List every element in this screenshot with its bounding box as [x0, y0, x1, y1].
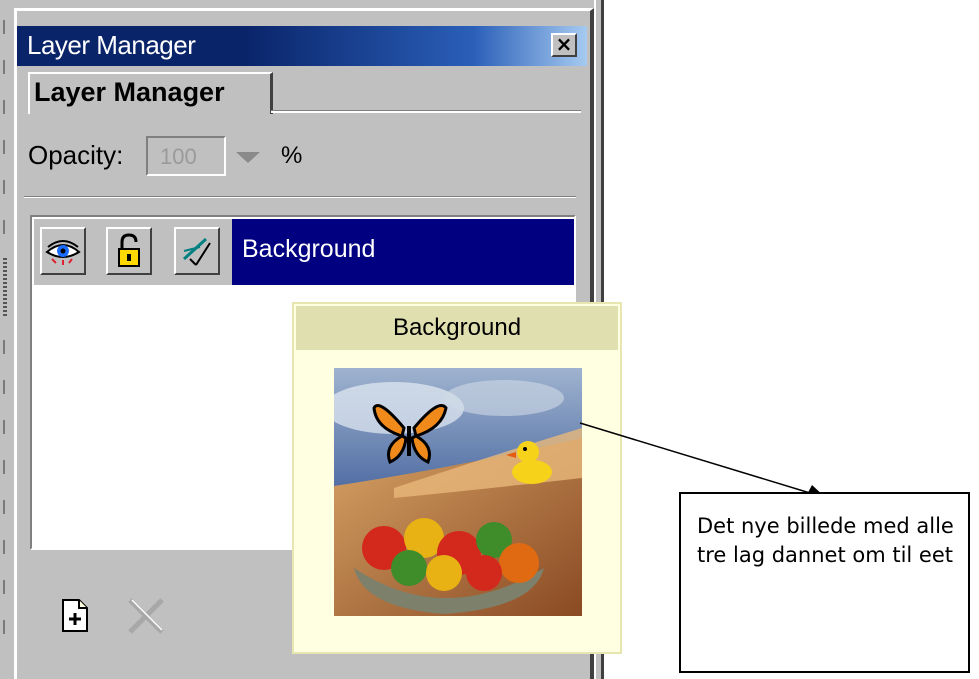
annotation-box: Det nye billede med alle tre lag dannet … [679, 492, 970, 673]
annotation-text: Det nye billede med alle tre lag dannet … [697, 514, 954, 567]
